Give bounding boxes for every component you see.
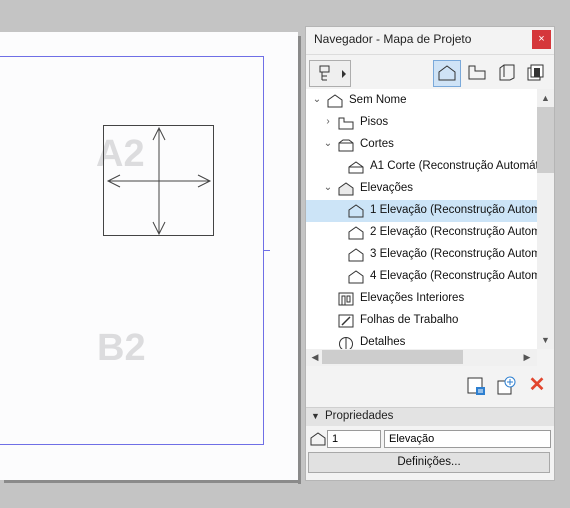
horizontal-scroll-thumb[interactable]	[322, 350, 463, 364]
collapse-chevron-icon[interactable]: ⌄	[323, 139, 333, 149]
panel-title: Navegador - Mapa de Projeto	[314, 32, 472, 46]
properties-title: Propriedades	[325, 410, 394, 422]
tree-item-project[interactable]: ⌄ Sem Nome	[306, 90, 537, 112]
settings-button[interactable]: Definições...	[308, 452, 550, 473]
tree-item-label: Elevações Interiores	[360, 292, 465, 304]
tree-item-interior-elevations[interactable]: Elevações Interiores	[306, 288, 537, 310]
view-map-icon	[468, 65, 486, 80]
tree-item-label: Elevações	[360, 182, 414, 194]
layout-book-icon	[499, 64, 515, 81]
collapse-arrow-icon[interactable]: ▼	[311, 411, 320, 421]
tree-item-label: 1 Elevação (Reconstrução Automática)	[370, 204, 537, 216]
scroll-right-icon[interactable]: ▶	[520, 350, 534, 364]
collapse-chevron-icon[interactable]: ⌄	[312, 95, 322, 105]
close-button[interactable]: ×	[532, 30, 551, 49]
tree-item-elevation-3[interactable]: 3 Elevação (Reconstrução Automática)	[306, 244, 537, 266]
interior-elevations-icon	[338, 292, 354, 306]
map-selector-button[interactable]	[309, 60, 351, 87]
section-view-icon	[348, 161, 364, 174]
delete-button[interactable]: ✕	[526, 375, 548, 397]
view-map-tab[interactable]	[464, 60, 492, 87]
toolbar-divider	[306, 54, 554, 55]
tree-item-label: 2 Elevação (Reconstrução Automática)	[370, 226, 537, 238]
scroll-down-icon[interactable]: ▼	[537, 333, 554, 347]
elevation-view-icon	[348, 226, 364, 240]
navigator-tree[interactable]: ⌄ Sem Nome › Pisos ⌄ Cortes A1 Corte (Re…	[306, 89, 537, 349]
elevations-icon	[338, 182, 354, 196]
expand-chevron-icon[interactable]: ›	[323, 117, 333, 127]
elevation-view-icon	[348, 204, 364, 218]
clone-folder-icon	[467, 377, 485, 395]
tree-item-details[interactable]: Detalhes	[306, 332, 537, 349]
project-map-tab[interactable]	[433, 60, 461, 87]
move-arrows-icon	[106, 126, 212, 236]
tree-item-label: Sem Nome	[349, 94, 407, 106]
new-view-icon	[497, 376, 516, 395]
project-icon	[327, 94, 343, 108]
tree-item-elevation-2[interactable]: 2 Elevação (Reconstrução Automática)	[306, 222, 537, 244]
tree-item-elevations[interactable]: ⌄ Elevações	[306, 178, 537, 200]
publisher-sets-tab[interactable]	[523, 60, 551, 87]
view-id-field[interactable]	[327, 430, 381, 448]
collapse-chevron-icon[interactable]: ⌄	[323, 183, 333, 193]
clone-folder-button[interactable]	[465, 375, 487, 397]
sheet-tick-mark	[264, 250, 270, 251]
stories-icon	[338, 117, 354, 130]
scroll-left-icon[interactable]: ◀	[308, 350, 322, 364]
new-view-button[interactable]	[495, 375, 517, 397]
vertical-scroll-thumb[interactable]	[537, 107, 554, 173]
layout-sheet-border	[0, 56, 264, 445]
sections-icon	[338, 139, 354, 152]
worksheets-icon	[338, 314, 354, 328]
tree-item-label: Pisos	[360, 116, 389, 128]
tree-item-label: Detalhes	[360, 336, 406, 348]
tree-item-label: 4 Elevação (Reconstrução Automática)	[370, 270, 537, 282]
tree-item-label: Folhas de Trabalho	[360, 314, 459, 326]
canvas-shadow	[298, 36, 301, 484]
tree-item-stories[interactable]: › Pisos	[306, 112, 537, 134]
layout-book-tab[interactable]	[494, 60, 522, 87]
canvas-shadow-bottom	[4, 480, 301, 483]
view-name-field[interactable]	[384, 430, 551, 448]
house-icon	[438, 65, 456, 81]
tree-item-elevation-4[interactable]: 4 Elevação (Reconstrução Automática)	[306, 266, 537, 288]
tree-item-label: Cortes	[360, 138, 394, 150]
elevation-view-icon	[348, 270, 364, 284]
elevation-type-icon	[310, 432, 326, 446]
tree-item-label: 3 Elevação (Reconstrução Automática)	[370, 248, 537, 260]
project-map-icon	[319, 65, 346, 81]
details-icon	[339, 337, 353, 349]
tree-item-sections[interactable]: ⌄ Cortes	[306, 134, 537, 156]
elevation-view-icon	[348, 248, 364, 262]
publisher-icon	[527, 64, 544, 81]
tree-item-section-a1[interactable]: A1 Corte (Reconstrução Automática)	[306, 156, 537, 178]
scroll-up-icon[interactable]: ▲	[537, 91, 554, 105]
tree-item-worksheets[interactable]: Folhas de Trabalho	[306, 310, 537, 332]
grid-label-b2: B2	[97, 327, 146, 369]
tree-item-elevation-1[interactable]: 1 Elevação (Reconstrução Automática)	[306, 200, 537, 222]
elevation-marker[interactable]	[103, 125, 214, 236]
tree-item-label: A1 Corte (Reconstrução Automática)	[370, 160, 537, 172]
